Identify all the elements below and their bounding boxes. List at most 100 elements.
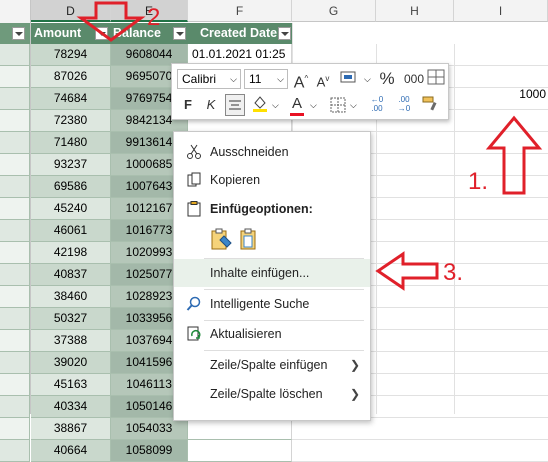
shrink-font-button[interactable]: Av (314, 68, 332, 90)
prev-column-cell[interactable] (0, 308, 30, 330)
prev-column-cell[interactable] (0, 198, 30, 220)
menu-item-insert-row-col[interactable]: Zeile/Spalte einfügen ❯ (174, 351, 370, 379)
header-created-date-label: Created Date (200, 26, 278, 40)
context-menu: Ausschneiden Kopieren Einfügeoptionen: I… (173, 131, 371, 421)
paste-icon-button[interactable] (210, 228, 232, 252)
prev-column-cell[interactable] (0, 132, 30, 154)
filter-button-amount[interactable] (95, 27, 108, 40)
column-header-d[interactable]: D (31, 0, 111, 22)
prev-column-cell[interactable] (0, 176, 30, 198)
cell-d[interactable]: 40664 (31, 440, 111, 462)
mini-toolbar: Calibri ⌵ 11 ⌵ A^ Av ⌵ % 000 F K ⌵ A ⌵ ⌵… (171, 63, 449, 120)
chevron-down-icon[interactable]: ⌵ (350, 94, 357, 116)
prev-column-cell[interactable] (0, 352, 30, 374)
cell-d[interactable]: 50327 (31, 308, 111, 330)
table-header-amount[interactable]: Amount (31, 23, 111, 44)
cell-d[interactable]: 45240 (31, 198, 111, 220)
column-header-i[interactable]: I (454, 0, 548, 22)
cell-d[interactable]: 42198 (31, 242, 111, 264)
cell-d[interactable]: 38867 (31, 418, 111, 440)
cell-d[interactable]: 45163 (31, 374, 111, 396)
prev-column-cell[interactable] (0, 374, 30, 396)
cell-d[interactable]: 40334 (31, 396, 111, 418)
prev-column-cell[interactable] (0, 440, 30, 462)
cell-f[interactable] (188, 440, 292, 462)
menu-item-paste-special-label: Inhalte einfügen... (210, 266, 310, 280)
cell-e[interactable]: 1054033 (111, 418, 188, 440)
font-color-letter: A (291, 95, 302, 112)
accounting-format-icon[interactable] (338, 69, 362, 91)
prev-column-cell[interactable] (0, 264, 30, 286)
prev-column-cell[interactable] (0, 154, 30, 176)
table-header-created-date[interactable]: Created Date (188, 23, 292, 44)
paste-values-icon (240, 228, 256, 250)
menu-item-copy[interactable]: Kopieren (174, 166, 370, 194)
menu-item-delete-row-col[interactable]: Zeile/Spalte löschen ❯ (174, 380, 370, 408)
paste-options-heading: Einfügeoptionen: (174, 198, 370, 220)
menu-item-refresh[interactable]: Aktualisieren (174, 320, 370, 348)
italic-button[interactable]: K (202, 94, 220, 116)
menu-item-smart-lookup-label: Intelligente Suche (210, 297, 310, 311)
cell-f[interactable] (188, 418, 292, 440)
comma-style-icon[interactable]: 000 (404, 68, 424, 90)
column-header-h[interactable]: H (376, 0, 454, 22)
font-size-box[interactable]: 11 ⌵ (244, 69, 288, 89)
menu-item-insert-row-col-label: Zeile/Spalte einfügen (210, 358, 328, 372)
prev-column-cell[interactable] (0, 110, 30, 132)
cell-d[interactable]: 39020 (31, 352, 111, 374)
search-icon (186, 296, 201, 311)
filter-button[interactable] (12, 27, 25, 40)
font-size-value: 11 (249, 72, 262, 86)
prev-column-cell[interactable] (0, 286, 30, 308)
menu-item-cut[interactable]: Ausschneiden (174, 138, 370, 166)
borders-icon[interactable] (328, 94, 348, 116)
chevron-down-icon[interactable]: ⌵ (272, 94, 279, 116)
decrease-decimal-icon[interactable]: .00 →0 (392, 95, 416, 117)
chevron-down-icon[interactable]: ⌵ (364, 69, 371, 89)
cell-d[interactable]: 46061 (31, 220, 111, 242)
bold-button[interactable]: F (179, 94, 197, 116)
cell-d[interactable]: 93237 (31, 154, 111, 176)
menu-item-smart-lookup[interactable]: Intelligente Suche (174, 290, 370, 318)
format-painter-icon[interactable] (420, 94, 440, 116)
increase-decimal-icon[interactable]: ←0.00 (365, 95, 389, 117)
merge-format-icon[interactable] (426, 69, 446, 91)
cell-e[interactable]: 1058099 (111, 440, 188, 462)
annotation-step-2: 2 (147, 4, 161, 31)
copy-icon (187, 172, 201, 187)
cell-d[interactable]: 38460 (31, 286, 111, 308)
prev-column-cell[interactable] (0, 44, 30, 66)
header-amount-label: Amount (34, 26, 82, 40)
cell-d[interactable]: 37388 (31, 330, 111, 352)
menu-item-paste-special[interactable]: Inhalte einfügen... (174, 259, 370, 287)
prev-column-cell[interactable] (0, 242, 30, 264)
fill-color-icon[interactable] (250, 94, 270, 116)
paste-values-button[interactable] (238, 228, 260, 252)
cell-d[interactable]: 87026 (31, 66, 111, 88)
column-header-f[interactable]: F (188, 0, 292, 22)
column-header-g[interactable]: G (292, 0, 376, 22)
refresh-icon (187, 326, 201, 341)
cell-d[interactable]: 74684 (31, 88, 111, 110)
prev-column-cell[interactable] (0, 330, 30, 352)
prev-column-cell[interactable] (0, 88, 30, 110)
cell-d[interactable]: 72380 (31, 110, 111, 132)
prev-column-cell[interactable] (0, 220, 30, 242)
cell-d[interactable]: 69586 (31, 176, 111, 198)
prev-column-cell[interactable] (0, 418, 30, 440)
font-name-box[interactable]: Calibri ⌵ (177, 69, 241, 89)
grow-font-button[interactable]: A^ (292, 68, 310, 91)
cell-d[interactable]: 78294 (31, 44, 111, 66)
font-color-button[interactable]: A (288, 93, 306, 116)
prev-column-cell[interactable] (0, 66, 30, 88)
cell-i-value[interactable]: 1000 (500, 87, 546, 101)
filter-button-created-date[interactable] (278, 27, 291, 40)
percent-button[interactable]: % (377, 68, 397, 90)
cell-d[interactable]: 71480 (31, 132, 111, 154)
cell-d[interactable]: 40837 (31, 264, 111, 286)
prev-column-cell[interactable] (0, 396, 30, 418)
align-center-button[interactable] (225, 94, 245, 116)
filter-button-balance[interactable] (173, 27, 186, 40)
scissors-icon (187, 144, 201, 159)
chevron-down-icon[interactable]: ⌵ (310, 94, 317, 116)
